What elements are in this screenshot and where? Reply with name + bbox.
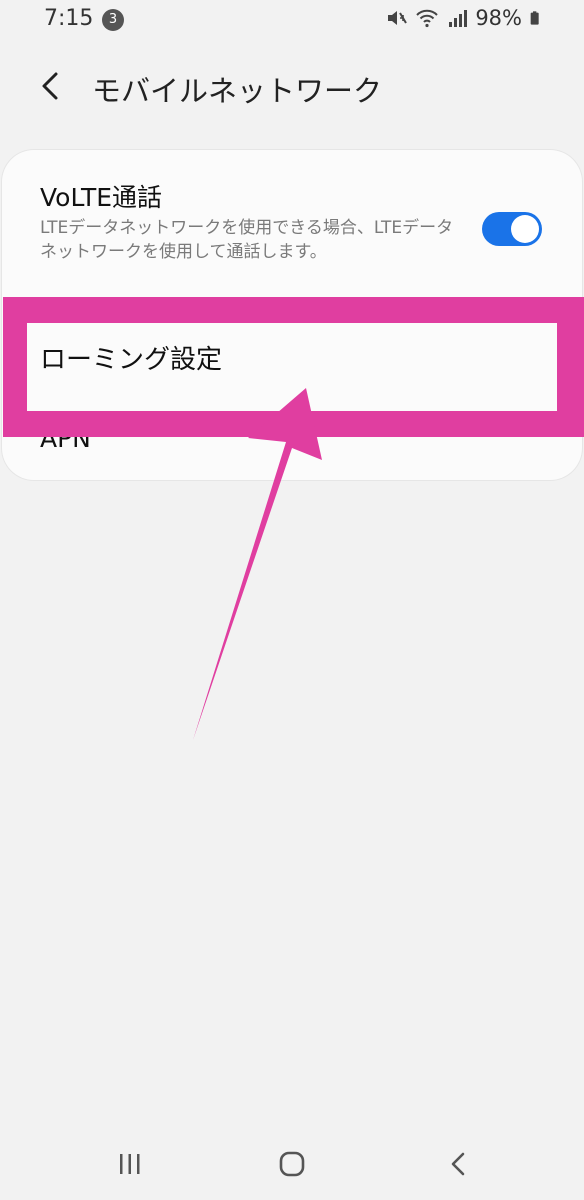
navigation-bar	[0, 1128, 584, 1200]
recent-apps-icon	[120, 1154, 140, 1174]
status-icons: 98%	[385, 6, 544, 30]
page-title: モバイルネットワーク	[92, 74, 383, 108]
notification-count-badge: 3	[102, 9, 124, 31]
app-header: モバイルネットワーク	[0, 56, 584, 116]
nav-back-button[interactable]	[434, 1144, 482, 1184]
recent-apps-button[interactable]	[106, 1144, 154, 1184]
volte-description: LTEデータネットワークを使用できる場合、LTEデータネットワークを使用して通話…	[40, 218, 454, 262]
toggle-knob	[511, 215, 539, 243]
apn-item[interactable]: APN	[2, 410, 582, 474]
back-button[interactable]	[30, 66, 70, 106]
mute-icon	[388, 11, 408, 25]
back-icon	[451, 1152, 465, 1176]
home-button[interactable]	[268, 1144, 316, 1184]
battery-icon	[530, 11, 539, 25]
battery-percentage: 98%	[475, 6, 522, 30]
status-time: 7:15	[44, 6, 94, 31]
chevron-left-icon	[42, 72, 58, 100]
volte-toggle[interactable]	[482, 212, 542, 246]
volte-title: VoLTE通話	[40, 183, 163, 212]
home-icon	[279, 1151, 305, 1177]
apn-label: APN	[40, 424, 91, 453]
roaming-settings-label: ローミング設定	[40, 345, 223, 375]
signal-icon	[449, 10, 468, 27]
status-bar: 7:15 3 98%	[0, 0, 584, 44]
roaming-settings-item[interactable]: ローミング設定	[28, 325, 544, 391]
volte-setting-row[interactable]: VoLTE通話 LTEデータネットワークを使用できる場合、LTEデータネットワー…	[2, 150, 582, 300]
settings-card: VoLTE通話 LTEデータネットワークを使用できる場合、LTEデータネットワー…	[2, 150, 582, 480]
wifi-icon	[416, 9, 439, 28]
